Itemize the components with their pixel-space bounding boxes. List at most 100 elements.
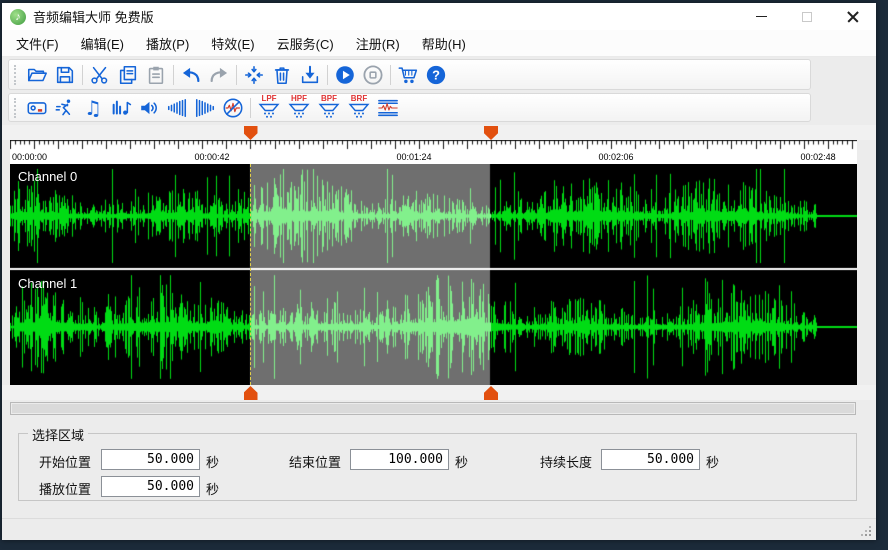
app-window: ♪ 音频编辑大师 免费版 文件(F) 编辑(E) 播放(P) 特效(E) 云服务…	[2, 3, 876, 540]
timeline-ruler[interactable]: 00:00:00 00:00:42 00:01:24 00:02:06 00:02:48	[10, 140, 857, 164]
playhead-line[interactable]	[250, 164, 251, 385]
desktop-background: ♪ 音频编辑大师 免费版 文件(F) 编辑(E) 播放(P) 特效(E) 云服务…	[0, 0, 888, 550]
duration-input[interactable]	[601, 449, 700, 470]
cut-button[interactable]	[86, 62, 114, 88]
maximize-icon	[802, 11, 812, 22]
waveform-display[interactable]: Channel 0 Channel 1	[10, 164, 857, 385]
end-position-unit: 秒	[455, 455, 469, 470]
window-controls	[738, 3, 876, 30]
play-icon	[336, 65, 354, 84]
insert-audio-button[interactable]	[296, 62, 324, 88]
horizontal-scrollbar[interactable]	[10, 402, 856, 415]
menu-file[interactable]: 文件(F)	[5, 30, 70, 57]
ruler-time-label: 00:00:00	[12, 152, 48, 162]
band-pass-filter-button[interactable]: BPF	[314, 94, 344, 121]
save-file-button[interactable]	[51, 62, 79, 88]
band-pass-filter-icon	[318, 103, 340, 118]
redo-icon	[210, 67, 228, 82]
ruler-ticks	[10, 140, 857, 153]
selection-end-marker-bottom[interactable]	[484, 386, 498, 400]
play-position-label: 播放位置	[39, 482, 92, 497]
high-pass-filter-icon	[288, 103, 310, 118]
resize-grip[interactable]	[861, 526, 871, 536]
paste-button[interactable]	[142, 62, 170, 88]
copy-button[interactable]	[114, 62, 142, 88]
speaker-icon	[141, 101, 157, 114]
app-icon: ♪	[10, 8, 26, 25]
status-bar	[2, 518, 876, 540]
selection-region-groupbox: 选择区域 开始位置 秒 结束位置 秒 持续长度 秒 播放位置 秒	[18, 425, 857, 501]
copy-icon	[119, 65, 137, 84]
toolbar-drag-handle[interactable]	[14, 64, 18, 85]
spectrum-button[interactable]	[374, 95, 402, 121]
play-position-unit: 秒	[206, 482, 220, 497]
delete-button[interactable]	[268, 62, 296, 88]
end-position-input[interactable]	[350, 449, 449, 470]
equalizer-note-icon	[112, 100, 132, 115]
menu-edit[interactable]: 编辑(E)	[70, 30, 135, 57]
band-reject-filter-button[interactable]: BRF	[344, 94, 374, 121]
stop-button[interactable]	[359, 62, 387, 88]
toolbar-separator	[82, 64, 83, 85]
groupbox-title: 选择区域	[28, 425, 89, 444]
selection-marker-strip-top	[2, 125, 876, 140]
open-file-button[interactable]	[23, 62, 51, 88]
end-position-label: 结束位置	[289, 455, 342, 470]
menu-register[interactable]: 注册(R)	[345, 30, 411, 57]
volume-button[interactable]	[135, 95, 163, 121]
minimize-icon	[755, 16, 767, 17]
ruler-time-label: 00:02:06	[598, 152, 634, 162]
play-position-input[interactable]	[101, 476, 200, 497]
band-reject-filter-icon	[348, 103, 370, 118]
recorder-button[interactable]	[23, 95, 51, 121]
toolbar-effects: ♫ LPF HPF BPF BRF	[8, 93, 811, 122]
channel-1-label: Channel 1	[18, 276, 78, 291]
lpf-label: LPF	[261, 94, 277, 103]
music-notes-icon: ♫	[84, 95, 102, 120]
fade-in-icon	[167, 98, 187, 117]
menu-help[interactable]: 帮助(H)	[411, 30, 477, 57]
scrollbar-thumb[interactable]	[12, 404, 854, 413]
selection-start-marker-bottom[interactable]	[243, 386, 258, 400]
help-button[interactable]: ?	[422, 62, 450, 88]
toolbar-separator	[250, 97, 251, 118]
waveform-canvas[interactable]	[10, 164, 857, 385]
paste-icon	[148, 66, 164, 84]
play-button[interactable]	[331, 62, 359, 88]
denoise-button[interactable]	[219, 95, 247, 121]
hpf-label: HPF	[291, 94, 307, 103]
buy-button[interactable]	[394, 62, 422, 88]
fade-out-button[interactable]	[191, 95, 219, 121]
toolbar-drag-handle[interactable]	[14, 97, 18, 118]
denoise-icon	[223, 98, 243, 117]
high-pass-filter-button[interactable]: HPF	[284, 94, 314, 121]
toolbar-region: ? ♫ LPF HPF BPF BRF	[2, 57, 876, 125]
close-button[interactable]	[830, 3, 876, 30]
undo-button[interactable]	[177, 62, 205, 88]
menu-play[interactable]: 播放(P)	[135, 30, 200, 57]
selection-start-marker-top[interactable]	[243, 126, 258, 140]
redo-button[interactable]	[205, 62, 233, 88]
equalizer-button[interactable]	[107, 95, 135, 121]
insert-music-button[interactable]: ♫	[79, 95, 107, 121]
minimize-button[interactable]	[738, 3, 784, 30]
maximize-button[interactable]	[784, 3, 830, 30]
toolbar-separator	[236, 64, 237, 85]
trim-selection-button[interactable]	[240, 62, 268, 88]
start-position-input[interactable]	[101, 449, 200, 470]
fade-in-button[interactable]	[163, 95, 191, 121]
low-pass-filter-button[interactable]: LPF	[254, 94, 284, 121]
menu-cloud[interactable]: 云服务(C)	[266, 30, 345, 57]
spectrum-icon	[378, 99, 398, 116]
window-title: 音频编辑大师 免费版	[33, 10, 154, 25]
menu-bar: 文件(F) 编辑(E) 播放(P) 特效(E) 云服务(C) 注册(R) 帮助(…	[2, 30, 876, 57]
duration-unit: 秒	[706, 455, 720, 470]
speed-change-button[interactable]	[51, 95, 79, 121]
channel-0-label: Channel 0	[18, 169, 78, 184]
recorder-icon	[27, 101, 47, 114]
toolbar-separator	[390, 64, 391, 85]
menu-effects[interactable]: 特效(E)	[200, 30, 265, 57]
trim-selection-icon	[244, 65, 264, 84]
selection-end-marker-top[interactable]	[484, 126, 498, 140]
toolbar-separator	[327, 64, 328, 85]
